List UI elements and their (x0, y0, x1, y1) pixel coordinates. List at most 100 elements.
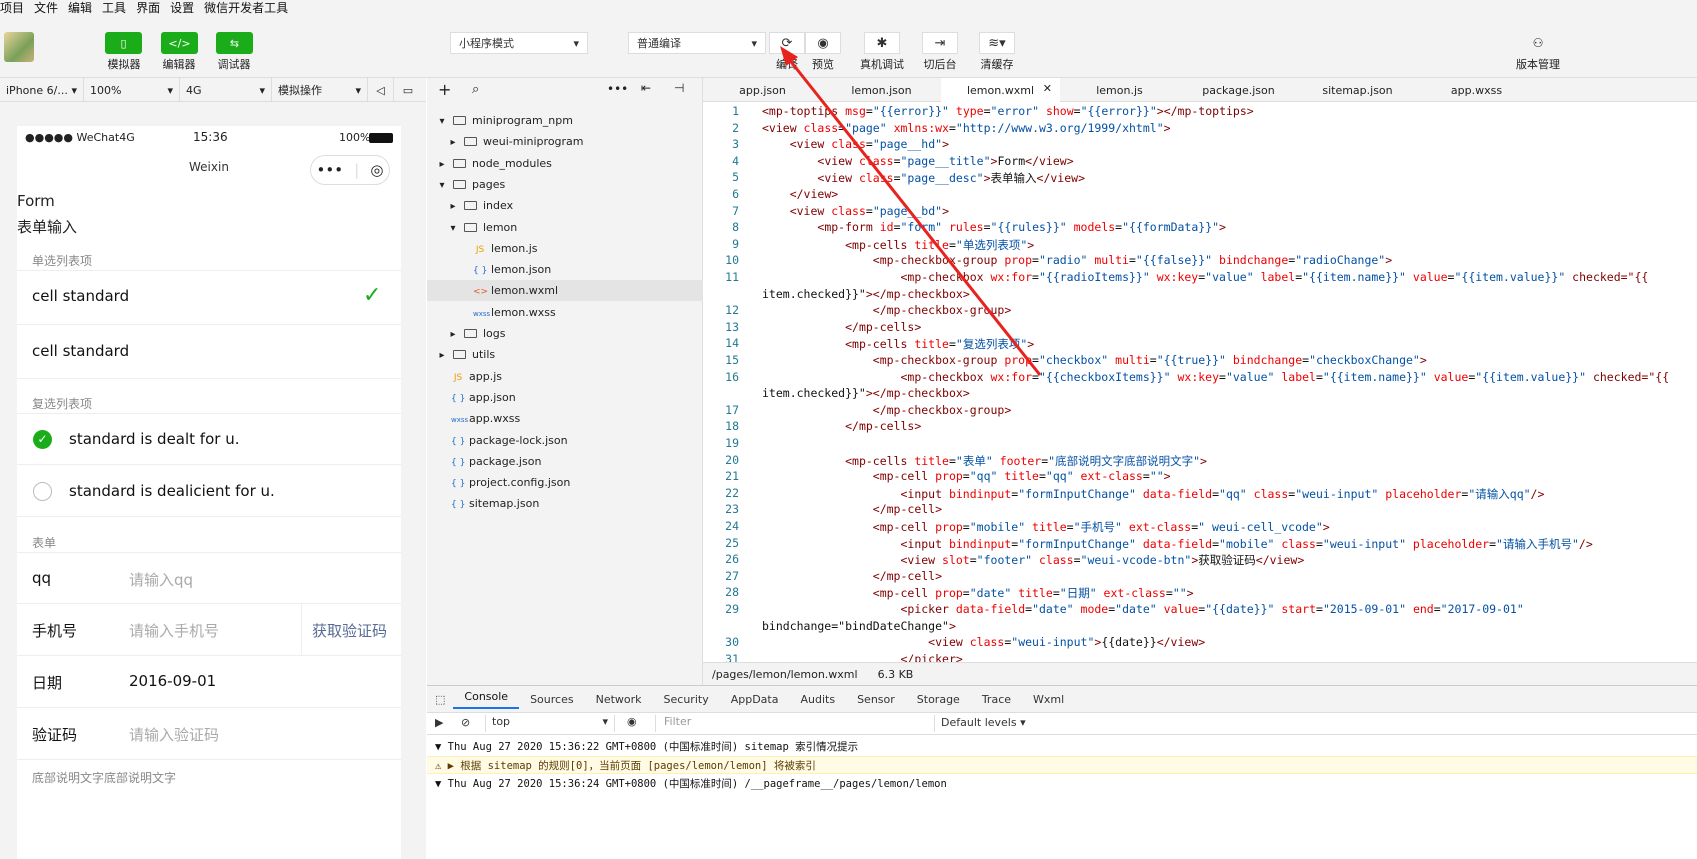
tree-item[interactable]: { } project.config.json (427, 472, 703, 493)
menu-item[interactable]: 文件 (34, 0, 58, 18)
inspect-icon[interactable]: ⬚ (427, 693, 453, 706)
devtools-tab[interactable]: Storage (906, 693, 971, 706)
avatar[interactable] (4, 32, 34, 62)
tree-item[interactable]: wxsslemon.wxss (427, 302, 703, 323)
tab-label: app.json (739, 83, 786, 97)
devtools-tab[interactable]: Audits (789, 693, 846, 706)
checkbox-item[interactable]: ✓ standard is dealt for u. (17, 413, 401, 465)
chevron-down-icon[interactable]: ▾ (435, 175, 449, 196)
tab-package-json[interactable]: package.json (1179, 78, 1298, 102)
mode-select[interactable]: 小程序模式 ▾ (450, 32, 588, 54)
menu-item[interactable]: 项目 (0, 0, 24, 18)
window-icon[interactable]: ▭ (394, 78, 422, 102)
tree-item[interactable]: { } lemon.json (427, 259, 703, 280)
devtools-tab[interactable]: Network (585, 693, 653, 706)
devtools-tab[interactable]: Sensor (846, 693, 906, 706)
menu-item[interactable]: 微信开发者工具 (204, 0, 288, 18)
tree-item[interactable]: wxssapp.wxss (427, 408, 703, 429)
phone-screen: ●●●●● WeChat4G 15:36 100% Weixin ••• | ◎… (17, 126, 401, 859)
chevron-down-icon[interactable]: ▾ (435, 111, 449, 132)
tree-item[interactable]: ▾ pages (427, 174, 703, 195)
tree-item[interactable]: { } package-lock.json (427, 430, 703, 451)
preview-button[interactable]: ◉ (805, 32, 841, 54)
tab-app-json[interactable]: app.json (703, 78, 822, 102)
tab-app-wxss[interactable]: app.wxss (1417, 78, 1536, 102)
add-icon[interactable]: + (438, 80, 451, 99)
radio-item[interactable]: cell standard (17, 325, 401, 379)
chevron-right-icon[interactable]: ▸ (446, 324, 460, 345)
devtools-tab[interactable]: Sources (519, 693, 585, 706)
tree-item[interactable]: { } app.json (427, 387, 703, 408)
mobile-input[interactable]: 请输入手机号 (129, 620, 219, 641)
devtools-tab[interactable]: Wxml (1022, 693, 1075, 706)
compile-select[interactable]: 普通编译 ▾ (628, 32, 766, 54)
chevron-down-icon[interactable]: ▾ (446, 218, 460, 239)
real-debug-button[interactable]: ✱ (864, 32, 900, 54)
search-icon[interactable]: ⌕ (472, 82, 479, 97)
more-icon[interactable]: ••• (607, 82, 628, 96)
more-icon[interactable]: ••• (317, 161, 344, 179)
background-button[interactable]: ⇥ (922, 32, 958, 54)
tree-item[interactable]: ▾ miniprogram_npm (427, 110, 703, 131)
qq-input[interactable]: 请输入qq (129, 569, 193, 590)
tree-item[interactable]: ▾ lemon (427, 217, 703, 238)
editor-button[interactable]: </> (161, 32, 198, 54)
devtools-tab[interactable]: Trace (971, 693, 1022, 706)
context-select[interactable]: top ▾ (485, 715, 615, 732)
version-icon[interactable]: ⚇ (1527, 32, 1549, 54)
simulator-button[interactable]: ▯ (105, 32, 142, 54)
tab-lemon-json[interactable]: lemon.json (822, 78, 941, 102)
code-line: <view class="page__bd"> (789, 203, 949, 218)
device-select[interactable]: iPhone 6/... ▾ (0, 78, 84, 102)
tree-item[interactable]: <> lemon.wxml (427, 280, 703, 302)
menu-item[interactable]: 工具 (102, 0, 126, 18)
tab-lemon-wxml[interactable]: lemon.wxml ✕ (941, 78, 1060, 102)
tree-item[interactable]: ▸ weui-miniprogram (427, 131, 703, 152)
collapse-icon[interactable]: ⇤ (641, 81, 651, 95)
network-select[interactable]: 4G ▾ (180, 78, 272, 102)
zoom-select[interactable]: 100% ▾ (84, 78, 180, 102)
tree-item[interactable]: { } package.json (427, 451, 703, 472)
operation-select[interactable]: 模拟操作 ▾ (272, 78, 368, 102)
chevron-right-icon[interactable]: ▸ (446, 132, 460, 153)
clear-console-icon[interactable]: ⊘ (461, 716, 470, 729)
menu-item[interactable]: 编辑 (68, 0, 92, 18)
close-icon[interactable]: ✕ (1043, 82, 1052, 95)
tree-item[interactable]: JS app.js (427, 366, 703, 387)
tree-item[interactable]: JS lemon.js (427, 238, 703, 259)
phone-icon: ▯ (120, 36, 127, 50)
date-picker[interactable]: 2016-09-01 (129, 672, 216, 690)
devtools-tab[interactable]: AppData (720, 693, 790, 706)
nav-title: Weixin (189, 160, 229, 174)
checkbox-item[interactable]: standard is dealicient for u. (17, 465, 401, 517)
get-code-button[interactable]: 获取验证码 (312, 620, 387, 641)
radio-item[interactable]: cell standard ✓ (17, 270, 401, 325)
chevron-right-icon[interactable]: ▸ (446, 196, 460, 217)
eye-icon[interactable]: ◉ (627, 715, 637, 728)
tree-item[interactable]: { } sitemap.json (427, 493, 703, 514)
chevron-right-icon[interactable]: ▸ (435, 154, 449, 175)
menu-item[interactable]: 界面 (136, 0, 160, 18)
sidebar-toggle-icon[interactable]: ▶ (435, 716, 443, 729)
devtools-tab[interactable]: Console (453, 690, 520, 709)
clear-cache-button[interactable]: ≋▾ (979, 32, 1015, 54)
levels-select[interactable]: Default levels ▾ (941, 716, 1026, 729)
tab-sitemap-json[interactable]: sitemap.json (1298, 78, 1417, 102)
code-editor[interactable]: 1 <mp-toptips msg="{{error}}" type="error… (703, 102, 1697, 662)
filter-input[interactable]: Filter (655, 715, 935, 732)
menu-capsule[interactable]: ••• | ◎ (310, 155, 390, 185)
close-target-icon[interactable]: ◎ (370, 161, 383, 179)
compile-button[interactable]: ⟳ (769, 32, 805, 54)
volume-icon[interactable]: ◁ (368, 78, 394, 102)
devtools-tab[interactable]: Security (653, 693, 720, 706)
split-icon[interactable]: ⊣ (674, 81, 684, 95)
debugger-button[interactable]: ⇆ (216, 32, 253, 54)
menu-item[interactable]: 设置 (170, 0, 194, 18)
tree-item[interactable]: ▸ logs (427, 323, 703, 344)
code-input[interactable]: 请输入验证码 (129, 724, 219, 745)
tree-item[interactable]: ▸ index (427, 195, 703, 216)
chevron-right-icon[interactable]: ▸ (435, 345, 449, 366)
tree-item[interactable]: ▸ node_modules (427, 153, 703, 174)
tab-lemon-js[interactable]: lemon.js (1060, 78, 1179, 102)
tree-item[interactable]: ▸ utils (427, 344, 703, 365)
